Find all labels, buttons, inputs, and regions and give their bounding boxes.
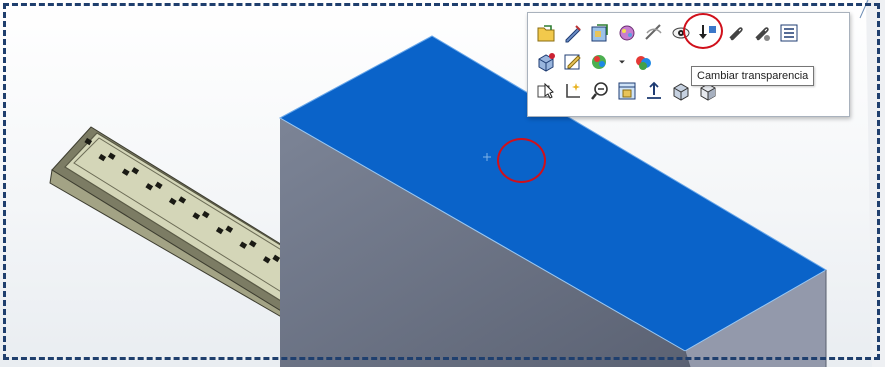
smart-mate-icon [755,27,770,41]
normal-to-button[interactable] [695,20,721,46]
edit-feature-icon [591,24,608,42]
graphics-viewport[interactable]: Cambiar transparencia [0,0,885,367]
normal-view-button[interactable] [641,78,667,104]
edit-sketch-icon [565,25,581,43]
sketch-button[interactable] [560,78,586,104]
tooltip-change-transparency: Cambiar transparencia [691,66,815,86]
right-edge-part [859,0,885,367]
dropdown-arrow-button[interactable] [614,49,630,75]
mate-icon [729,27,743,41]
edit-sketch-button[interactable] [560,20,586,46]
open-part-icon [537,25,555,42]
isolate-icon [538,53,555,72]
change-transparency-icon [672,27,690,39]
zoom-to-selection-button[interactable] [587,78,613,104]
appearances-icon [592,55,606,69]
open-part-button[interactable] [533,20,559,46]
edit-feature-button[interactable] [587,20,613,46]
edit-sketch2-button[interactable] [560,49,586,75]
select-other-icon [537,82,554,99]
properties-button[interactable] [776,20,802,46]
appearances-button[interactable] [587,49,613,75]
edit-sketch2-icon [564,54,581,70]
normal-view-icon [647,81,661,99]
view-orientation-icon [618,82,636,100]
appearance-button[interactable] [614,20,640,46]
zoom-to-selection-icon [591,82,608,100]
appearance-icon [619,25,635,41]
view-orientation-button[interactable] [614,78,640,104]
normal-to-icon [699,25,716,39]
dropdown-arrow-icon [619,60,625,64]
properties-icon [780,24,798,42]
hide-button[interactable] [641,20,667,46]
smart-mate-button[interactable] [749,20,775,46]
change-transparency-button[interactable] [668,20,694,46]
hide-icon [645,24,662,40]
rebuild-color-icon [636,56,651,70]
sketch-icon [566,83,580,98]
isolate-button[interactable] [533,49,559,75]
mate-button[interactable] [722,20,748,46]
display-style-icon [673,83,689,101]
select-other-button[interactable] [533,78,559,104]
rebuild-color-button[interactable] [630,49,656,75]
